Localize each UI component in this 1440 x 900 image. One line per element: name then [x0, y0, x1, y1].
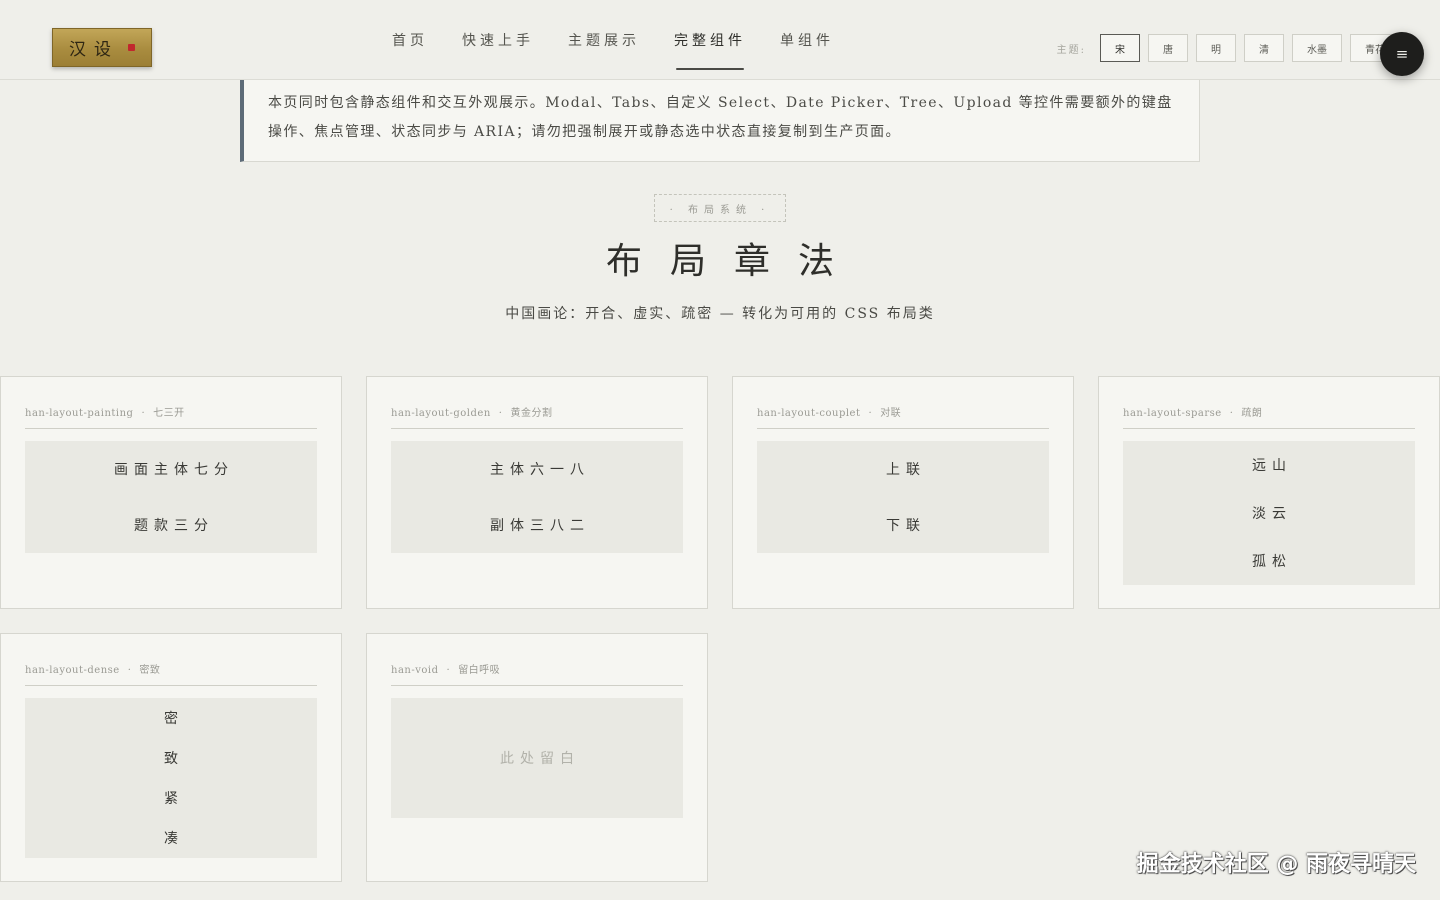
card-demo: 上联 下联 — [757, 441, 1049, 553]
layout-card-couplet: han-layout-couplet · 对联 上联 下联 — [732, 376, 1074, 609]
card-class-name: han-layout-golden — [391, 408, 491, 419]
card-demo: 主体六一八 副体三八二 — [391, 441, 683, 553]
nav-single-component[interactable]: 单组件 — [763, 0, 851, 80]
card-header: han-layout-sparse · 疏朗 — [1123, 401, 1415, 429]
seal-icon — [128, 44, 135, 51]
menu-button[interactable]: ≡ — [1380, 32, 1424, 76]
layout-card-painting: han-layout-painting · 七三开 画面主体七分 题款三分 — [0, 376, 342, 609]
layout-card-void: han-void · 留白呼吸 此处留白 — [366, 633, 708, 882]
theme-label: 主题: — [1056, 44, 1086, 56]
section-subtitle: 中国画论：开合、虚实、疏密 — 转化为可用的 CSS 布局类 — [505, 306, 935, 322]
demo-line: 主体六一八 — [490, 462, 590, 478]
layout-card-dense: han-layout-dense · 密致 密 致 紧 凑 — [0, 633, 342, 882]
demo-line: 淡云 — [1252, 506, 1292, 522]
theme-qing-button[interactable]: 清 — [1244, 34, 1284, 62]
card-header: han-layout-couplet · 对联 — [757, 401, 1049, 429]
watermark: 掘金技术社区 @ 雨夜寻晴天 — [1136, 852, 1416, 877]
card-demo: 远山 淡云 孤松 — [1123, 441, 1415, 585]
theme-switcher: 主题: 宋 唐 明 清 水墨 青花 — [1057, 34, 1400, 62]
card-class-name: han-layout-couplet — [757, 408, 861, 419]
card-demo: 此处留白 — [391, 698, 683, 818]
card-header: han-layout-painting · 七三开 — [25, 401, 317, 429]
card-class-name: han-layout-sparse — [1123, 408, 1222, 419]
section-title: 布局章法 — [605, 241, 862, 282]
notice-text: 本页同时包含静态组件和交互外观展示。Modal、Tabs、自定义 Select、… — [268, 95, 1173, 140]
notice-callout: 本页同时包含静态组件和交互外观展示。Modal、Tabs、自定义 Select、… — [240, 72, 1200, 162]
demo-line: 致 — [164, 751, 184, 767]
card-class-name: han-layout-dense — [25, 665, 120, 676]
main-nav: 首页 快速上手 主题展示 完整组件 单组件 — [375, 0, 851, 80]
card-class-name: han-layout-painting — [25, 408, 134, 419]
card-class-name: han-void — [391, 665, 439, 676]
nav-home[interactable]: 首页 — [375, 0, 445, 80]
theme-ming-button[interactable]: 明 — [1196, 34, 1236, 62]
demo-line: 下联 — [886, 518, 926, 534]
theme-song-button[interactable]: 宋 — [1100, 34, 1140, 62]
card-desc: 留白呼吸 — [458, 665, 501, 676]
card-desc: 黄金分割 — [510, 408, 553, 419]
demo-line: 孤松 — [1252, 554, 1292, 570]
top-header: 汉设 首页 快速上手 主题展示 完整组件 单组件 主题: 宋 唐 明 清 水墨 … — [0, 0, 1440, 80]
card-header: han-void · 留白呼吸 — [391, 658, 683, 686]
logo-text: 汉设 — [69, 40, 119, 60]
demo-line: 副体三八二 — [490, 518, 590, 534]
theme-tang-button[interactable]: 唐 — [1148, 34, 1188, 62]
layout-card-golden: han-layout-golden · 黄金分割 主体六一八 副体三八二 — [366, 376, 708, 609]
section-tag: · 布局系统 · — [654, 194, 786, 222]
menu-icon: ≡ — [1395, 45, 1409, 63]
card-demo: 密 致 紧 凑 — [25, 698, 317, 858]
demo-line: 凑 — [164, 831, 184, 847]
demo-line: 此处留白 — [500, 751, 580, 767]
card-demo: 画面主体七分 题款三分 — [25, 441, 317, 553]
card-header: han-layout-golden · 黄金分割 — [391, 401, 683, 429]
card-desc: 对联 — [880, 408, 902, 419]
card-desc: 七三开 — [153, 408, 185, 419]
demo-line: 紧 — [164, 791, 184, 807]
demo-line: 题款三分 — [134, 518, 214, 534]
demo-line: 远山 — [1252, 458, 1292, 474]
nav-quickstart[interactable]: 快速上手 — [445, 0, 551, 80]
card-desc: 疏朗 — [1241, 408, 1263, 419]
logo[interactable]: 汉设 — [52, 28, 152, 67]
demo-line: 上联 — [886, 462, 926, 478]
nav-themes[interactable]: 主题展示 — [551, 0, 657, 80]
card-desc: 密致 — [139, 665, 161, 676]
theme-ink-button[interactable]: 水墨 — [1292, 34, 1342, 62]
demo-line: 密 — [164, 711, 184, 727]
layout-card-sparse: han-layout-sparse · 疏朗 远山 淡云 孤松 — [1098, 376, 1440, 609]
card-header: han-layout-dense · 密致 — [25, 658, 317, 686]
demo-line: 画面主体七分 — [114, 462, 234, 478]
nav-full-components[interactable]: 完整组件 — [657, 0, 763, 80]
